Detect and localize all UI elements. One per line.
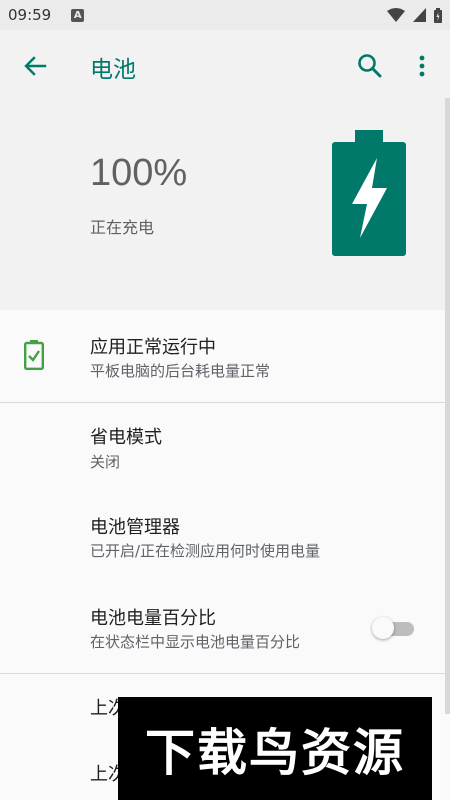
item-subtitle: 关闭	[90, 453, 121, 471]
signal-icon	[413, 8, 426, 22]
status-bar: 09:59 A	[0, 0, 450, 30]
battery-percentage-item[interactable]: 电池电量百分比 在状态栏中显示电池电量百分比	[0, 583, 445, 673]
watermark-text: 下载鸟资源	[145, 723, 405, 782]
item-subtitle: 在状态栏中显示电池电量百分比	[90, 633, 301, 651]
scrollbar[interactable]	[445, 98, 450, 714]
watermark-logo: 下载鸟资源	[118, 697, 432, 800]
notification-icon: A	[71, 8, 85, 22]
battery-percentage: 100%	[90, 152, 188, 194]
wifi-icon	[387, 8, 405, 22]
item-subtitle: 平板电脑的后台耗电量正常	[90, 362, 271, 380]
back-arrow-icon	[24, 56, 47, 76]
item-title: 应用正常运行中	[90, 337, 216, 358]
battery-ok-icon	[24, 340, 44, 370]
item-title: 电池电量百分比	[90, 608, 216, 629]
toggle-thumb	[372, 617, 394, 639]
more-vert-icon	[419, 55, 425, 77]
search-icon	[358, 54, 382, 78]
battery-icon	[434, 7, 442, 23]
item-title: 电池管理器	[90, 517, 180, 538]
battery-header: 100% 正在充电	[0, 102, 445, 310]
battery-percentage-toggle[interactable]	[372, 616, 418, 640]
status-time: 09:59	[8, 6, 52, 24]
page-title: 电池	[90, 57, 136, 83]
back-button[interactable]	[20, 52, 50, 80]
battery-manager-item[interactable]: 电池管理器 已开启/正在检测应用何时使用电量	[0, 493, 445, 583]
app-bar: 电池	[0, 30, 450, 102]
item-subtitle: 已开启/正在检测应用何时使用电量	[90, 542, 321, 560]
status-icons	[387, 7, 442, 23]
search-button[interactable]	[356, 52, 384, 80]
battery-saver-item[interactable]: 省电模式 关闭	[0, 403, 445, 493]
charging-status: 正在充电	[90, 218, 155, 237]
item-title: 省电模式	[90, 427, 162, 448]
more-options-button[interactable]	[410, 52, 434, 80]
charging-battery-icon	[332, 130, 406, 256]
app-status-item[interactable]: 应用正常运行中 平板电脑的后台耗电量正常	[0, 311, 445, 401]
